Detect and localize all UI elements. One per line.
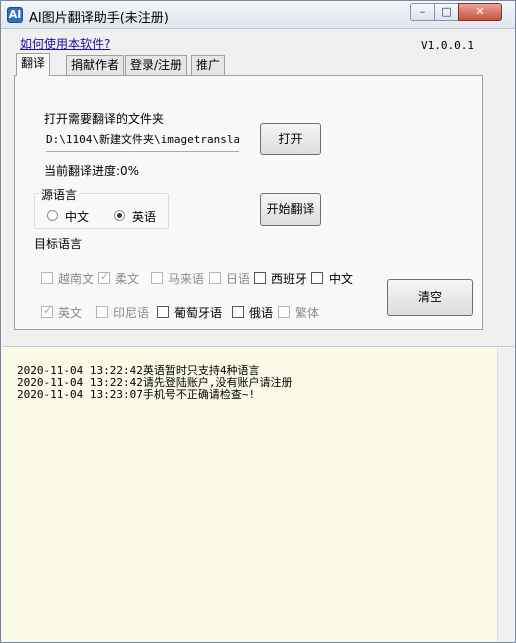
app-window: AI AI图片翻译助手(未注册) – □ ✕ 如何使用本软件? V1.0.0.1… xyxy=(0,0,516,643)
log-scrollbar[interactable] xyxy=(497,347,514,642)
source-language-title: 源语言 xyxy=(39,186,80,203)
checkbox-english[interactable] xyxy=(41,304,53,318)
log-line: 2020-11-04 13:23:07手机号不正确请检查~! xyxy=(17,388,256,401)
radio-chinese-label: 中文 xyxy=(65,210,90,224)
checkbox-thai[interactable] xyxy=(98,270,110,284)
checkbox-spanish-label: 西班牙 xyxy=(271,272,308,286)
title-bar[interactable]: AI AI图片翻译助手(未注册) – □ ✕ xyxy=(1,1,515,29)
checkbox-portuguese-label: 葡萄牙语 xyxy=(174,306,223,320)
tab-translate[interactable]: 翻译 xyxy=(16,53,51,76)
checkbox-indonesian[interactable] xyxy=(96,306,108,318)
close-button[interactable]: ✕ xyxy=(458,3,502,21)
checkbox-vietnamese-label: 越南文 xyxy=(58,272,95,286)
minimize-button[interactable]: – xyxy=(410,3,435,21)
checkbox-portuguese[interactable] xyxy=(157,306,169,318)
checkbox-japanese[interactable] xyxy=(209,272,221,284)
version-label: V1.0.0.1 xyxy=(421,39,474,52)
checkbox-vietnamese[interactable] xyxy=(41,272,53,284)
open-folder-button[interactable]: 打开 xyxy=(260,123,321,155)
folder-label: 打开需要翻译的文件夹 xyxy=(44,112,165,126)
checkbox-russian-label: 俄语 xyxy=(249,306,274,320)
checkbox-spanish[interactable] xyxy=(254,272,266,284)
checkbox-chinese[interactable] xyxy=(311,272,323,284)
clear-button[interactable]: 清空 xyxy=(387,279,473,316)
tab-login-register[interactable]: 登录/注册 xyxy=(125,55,188,75)
log-output[interactable]: 2020-11-04 13:22:42英语暂时只支持4种语言 2020-11-0… xyxy=(2,346,514,642)
folder-path-field[interactable]: D:\1104\新建文件夹\imagetranslat xyxy=(46,128,239,152)
radio-english[interactable] xyxy=(114,210,125,221)
help-link[interactable]: 如何使用本软件? xyxy=(20,35,110,52)
checkbox-japanese-label: 日语 xyxy=(226,272,251,286)
app-logo-icon: AI xyxy=(7,7,23,23)
checkbox-thai-label: 柔文 xyxy=(115,272,140,286)
tab-donate[interactable]: 捐献作者 xyxy=(66,55,125,75)
checkbox-english-label: 英文 xyxy=(58,306,83,320)
checkbox-traditional-label: 繁体 xyxy=(295,306,320,320)
checkbox-russian[interactable] xyxy=(232,306,244,318)
progress-label: 当前翻译进度:0% xyxy=(44,164,140,178)
checkbox-chinese-label: 中文 xyxy=(329,272,354,286)
radio-chinese[interactable] xyxy=(47,210,58,221)
target-language-title: 目标语言 xyxy=(34,237,83,251)
window-title: AI图片翻译助手(未注册) xyxy=(29,11,169,26)
tab-promote[interactable]: 推广 xyxy=(191,55,226,75)
checkbox-malay-label: 马来语 xyxy=(168,272,205,286)
checkbox-indonesian-label: 印尼语 xyxy=(113,306,150,320)
radio-english-label: 英语 xyxy=(132,210,157,224)
checkbox-malay[interactable] xyxy=(151,272,163,284)
start-translate-button[interactable]: 开始翻译 xyxy=(260,193,321,226)
checkbox-traditional[interactable] xyxy=(278,306,290,318)
maximize-button[interactable]: □ xyxy=(434,3,459,21)
